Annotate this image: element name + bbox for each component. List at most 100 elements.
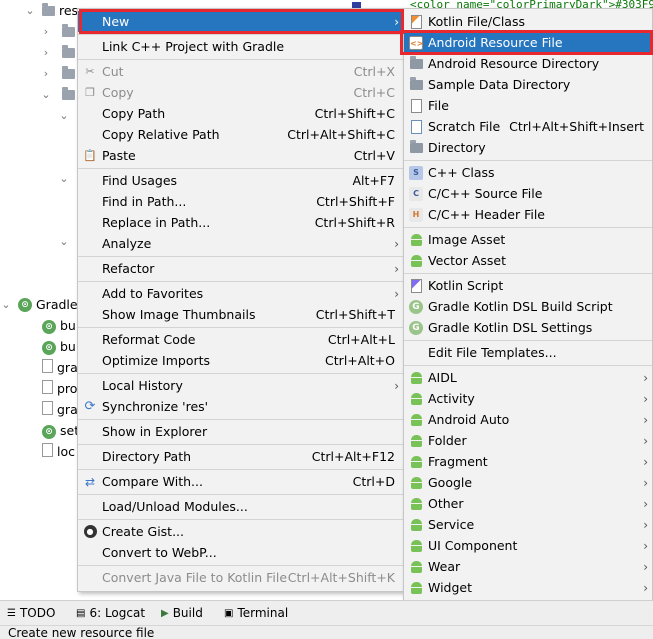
submenu-item-image-asset[interactable]: Image Asset bbox=[404, 229, 652, 250]
menu-item-label: Sample Data Directory bbox=[428, 77, 571, 92]
tree-row[interactable]: › bbox=[40, 42, 75, 63]
menu-item-new[interactable]: New › bbox=[78, 11, 403, 32]
chevron-right-icon[interactable]: › bbox=[40, 67, 52, 80]
submenu-item-file[interactable]: File bbox=[404, 95, 652, 116]
submenu-item-widget[interactable]: Widget › bbox=[404, 577, 652, 598]
submenu-item-scratch-file[interactable]: Scratch File Ctrl+Alt+Shift+Insert bbox=[404, 116, 652, 137]
menu-item-show-image-thumbnails[interactable]: Show Image Thumbnails Ctrl+Shift+T bbox=[78, 304, 403, 325]
submenu-item-folder[interactable]: Folder › bbox=[404, 430, 652, 451]
submenu-item-other[interactable]: Other › bbox=[404, 493, 652, 514]
menu-item-label: File bbox=[428, 98, 449, 113]
tree-row[interactable]: ⌄ bbox=[58, 168, 70, 189]
tree-gradle-file[interactable]: ⊙ bu bbox=[42, 336, 76, 357]
tree-row-res[interactable]: ⌄ res bbox=[24, 0, 78, 21]
menu-item-optimize-imports[interactable]: Optimize Imports Ctrl+Alt+O bbox=[78, 350, 403, 371]
submenu-item-google[interactable]: Google › bbox=[404, 472, 652, 493]
folder-icon bbox=[408, 76, 424, 93]
tree-row[interactable]: ⌄ bbox=[58, 231, 70, 252]
menu-item-label: Synchronize 'res' bbox=[102, 399, 209, 414]
chevron-down-icon[interactable]: ⌄ bbox=[0, 298, 12, 311]
submenu-item-aidl[interactable]: AIDL › bbox=[404, 367, 652, 388]
submenu-item-activity[interactable]: Activity › bbox=[404, 388, 652, 409]
kotlin-script-icon bbox=[408, 278, 424, 294]
tool-window-bar: ☰ TODO ▤ 6: Logcat ▶ Build ▣ Terminal bbox=[0, 600, 653, 625]
tab-build[interactable]: ▶ Build bbox=[161, 606, 203, 620]
menu-item-compare-with[interactable]: ⇄ Compare With... Ctrl+D bbox=[78, 471, 403, 492]
submenu-item-android-resource-directory[interactable]: Android Resource Directory bbox=[404, 53, 652, 74]
submenu-item-kotlin-file-class[interactable]: Kotlin File/Class bbox=[404, 11, 652, 32]
submenu-item-fragment[interactable]: Fragment › bbox=[404, 451, 652, 472]
submenu-item-android-auto[interactable]: Android Auto › bbox=[404, 409, 652, 430]
menu-item-label: Scratch File bbox=[428, 119, 501, 134]
file-icon bbox=[42, 401, 53, 418]
tab-todo[interactable]: ☰ TODO bbox=[7, 606, 55, 620]
submenu-item-android-resource-file[interactable]: <> Android Resource File bbox=[404, 32, 652, 53]
submenu-item-c-class[interactable]: S C++ Class bbox=[404, 162, 652, 183]
tree-gradle-file[interactable]: gra bbox=[42, 399, 78, 420]
submenu-item-directory[interactable]: Directory bbox=[404, 137, 652, 158]
folder-icon bbox=[408, 139, 424, 156]
menu-item-refactor[interactable]: Refactor › bbox=[78, 258, 403, 279]
tree-gradle-file[interactable]: gra bbox=[42, 357, 78, 378]
menu-item-load-unload-modules[interactable]: Load/Unload Modules... bbox=[78, 496, 403, 517]
menu-item-replace-in-path[interactable]: Replace in Path... Ctrl+Shift+R bbox=[78, 212, 403, 233]
tree-row[interactable]: › bbox=[40, 21, 75, 42]
menu-item-label: Copy bbox=[102, 85, 134, 100]
chevron-down-icon[interactable]: ⌄ bbox=[58, 109, 70, 122]
menu-item-label: Android Resource File bbox=[428, 35, 563, 50]
menu-item-convert-to-webp[interactable]: Convert to WebP... bbox=[78, 542, 403, 563]
submenu-item-service[interactable]: Service › bbox=[404, 514, 652, 535]
submenu-item-c-c-source-file[interactable]: C C/C++ Source File bbox=[404, 183, 652, 204]
menu-item-find-usages[interactable]: Find Usages Alt+F7 bbox=[78, 170, 403, 191]
menu-item-label: Find in Path... bbox=[102, 194, 187, 209]
menu-item-paste[interactable]: 📋 Paste Ctrl+V bbox=[78, 145, 403, 166]
menu-separator bbox=[404, 340, 652, 341]
menu-item-find-in-path[interactable]: Find in Path... Ctrl+Shift+F bbox=[78, 191, 403, 212]
submenu-item-wear[interactable]: Wear › bbox=[404, 556, 652, 577]
chevron-right-icon[interactable]: › bbox=[40, 25, 52, 38]
tree-gradle-file[interactable]: ⊙ set bbox=[42, 420, 79, 441]
tree-row[interactable]: ⌄ bbox=[58, 105, 70, 126]
menu-item-local-history[interactable]: Local History › bbox=[78, 375, 403, 396]
android-icon bbox=[408, 370, 424, 386]
kotlin-file-icon bbox=[408, 14, 424, 30]
menu-item-copy-relative-path[interactable]: Copy Relative Path Ctrl+Alt+Shift+C bbox=[78, 124, 403, 145]
tree-gradle-file[interactable]: ⊙ bu bbox=[42, 315, 76, 336]
menu-item-directory-path[interactable]: Directory Path Ctrl+Alt+F12 bbox=[78, 446, 403, 467]
menu-item-reformat-code[interactable]: Reformat Code Ctrl+Alt+L bbox=[78, 329, 403, 350]
tree-row-gradle[interactable]: ⌄ ⊙ Gradle bbox=[0, 294, 77, 315]
submenu-item-vector-asset[interactable]: Vector Asset bbox=[404, 250, 652, 271]
chevron-down-icon[interactable]: ⌄ bbox=[24, 4, 36, 17]
menu-item-analyze[interactable]: Analyze › bbox=[78, 233, 403, 254]
submenu-item-ui-component[interactable]: UI Component › bbox=[404, 535, 652, 556]
submenu-item-c-c-header-file[interactable]: H C/C++ Header File bbox=[404, 204, 652, 225]
menu-item-copy-path[interactable]: Copy Path Ctrl+Shift+C bbox=[78, 103, 403, 124]
menu-item-link-c-project-with-gradle[interactable]: Link C++ Project with Gradle bbox=[78, 36, 403, 57]
submenu-item-sample-data-directory[interactable]: Sample Data Directory bbox=[404, 74, 652, 95]
menu-item-create-gist[interactable]: ● Create Gist... bbox=[78, 521, 403, 542]
submenu-item-gradle-kotlin-dsl-settings[interactable]: G Gradle Kotlin DSL Settings bbox=[404, 317, 652, 338]
tree-gradle-file[interactable]: pro bbox=[42, 378, 77, 399]
tab-terminal[interactable]: ▣ Terminal bbox=[224, 606, 288, 620]
chevron-down-icon[interactable]: ⌄ bbox=[58, 172, 70, 185]
todo-icon: ☰ bbox=[7, 607, 16, 619]
submenu-item-gradle-kotlin-dsl-build-script[interactable]: G Gradle Kotlin DSL Build Script bbox=[404, 296, 652, 317]
menu-item-synchronize-res[interactable]: ⟳ Synchronize 'res' bbox=[78, 396, 403, 417]
menu-item-show-in-explorer[interactable]: Show in Explorer bbox=[78, 421, 403, 442]
gradle-icon: G bbox=[408, 320, 424, 336]
tab-logcat[interactable]: ▤ 6: Logcat bbox=[76, 606, 145, 620]
chevron-down-icon[interactable]: ⌄ bbox=[58, 235, 70, 248]
tree-gradle-file[interactable]: loc bbox=[42, 441, 75, 462]
submenu-item-edit-file-templates[interactable]: Edit File Templates... bbox=[404, 342, 652, 363]
menu-item-add-to-favorites[interactable]: Add to Favorites › bbox=[78, 283, 403, 304]
submenu-item-kotlin-script[interactable]: Kotlin Script bbox=[404, 275, 652, 296]
menu-item-label: Replace in Path... bbox=[102, 215, 211, 230]
tree-row[interactable]: › bbox=[40, 63, 75, 84]
chevron-down-icon[interactable]: ⌄ bbox=[40, 88, 52, 101]
chevron-right-icon[interactable]: › bbox=[40, 46, 52, 59]
tab-label: TODO bbox=[19, 606, 56, 620]
folder-icon bbox=[42, 2, 55, 16]
tree-row[interactable]: ⌄ bbox=[40, 84, 75, 105]
menu-item-label: Kotlin Script bbox=[428, 278, 504, 293]
tab-label: Build bbox=[172, 606, 203, 620]
